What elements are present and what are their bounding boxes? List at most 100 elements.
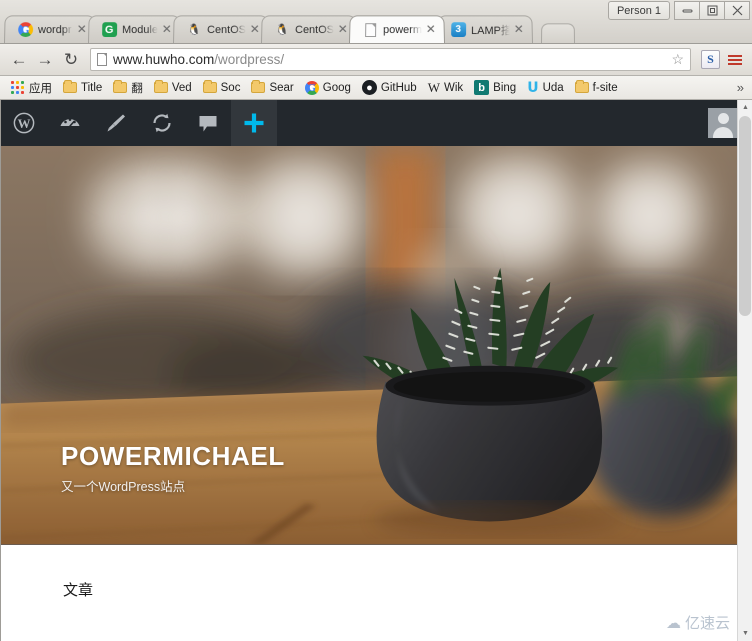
comments-bubble-icon[interactable] [185, 100, 231, 146]
tab-close-icon[interactable]: ✕ [336, 22, 350, 37]
tab-powermichael[interactable]: powerm ✕ [349, 15, 446, 43]
folder-icon [202, 80, 217, 93]
url-path: /wordpress/ [214, 52, 285, 67]
tab-centos-1[interactable]: 🐧 CentOS ✕ [173, 15, 270, 43]
page-info-icon[interactable] [97, 53, 107, 66]
google-icon [304, 80, 319, 95]
folder-icon [63, 80, 77, 93]
bookmarks-overflow-icon[interactable]: » [737, 80, 748, 95]
new-tab-button[interactable] [541, 23, 576, 43]
bookmark-sear[interactable]: Sear [246, 78, 298, 98]
bookmark-ved[interactable]: Ved [149, 78, 197, 98]
updates-refresh-icon[interactable] [139, 100, 185, 146]
url-text: www.huwho.com/wordpress/ [113, 52, 284, 67]
tab-wordpress[interactable]: wordpr ✕ [4, 15, 96, 43]
github-icon: ● [361, 80, 377, 95]
bookmark-label: Bing [493, 81, 517, 94]
chrome-menu-icon[interactable] [724, 49, 746, 71]
site-branding: POWERMICHAEL 又一个WordPress站点 [61, 442, 285, 495]
tab-title: LAMP搭 [471, 24, 511, 37]
browser-window: Person 1 wordpr ✕ G Module ✕ [0, 0, 752, 641]
wikipedia-icon: W [427, 79, 440, 95]
lamp-icon: 3 [450, 22, 466, 38]
bookmark-star-icon[interactable]: ☆ [671, 51, 684, 68]
folder-icon [153, 80, 168, 93]
avatar-placeholder-icon[interactable] [708, 108, 738, 138]
address-bar[interactable]: www.huwho.com/wordpress/ ☆ [90, 48, 691, 71]
profile-button-label: Person 1 [616, 4, 661, 17]
url-domain: www.huwho.com [113, 52, 215, 67]
document-icon [362, 22, 378, 38]
svg-text:W: W [18, 117, 31, 131]
wp-admin-bar: W [1, 100, 752, 146]
tab-close-icon[interactable]: ✕ [160, 22, 174, 37]
minimize-button[interactable] [674, 1, 700, 20]
tab-title: CentOS [207, 23, 246, 36]
site-description: 又一个WordPress站点 [61, 480, 186, 494]
tab-strip: Person 1 wordpr ✕ G Module ✕ [0, 0, 752, 44]
customize-brush-icon[interactable] [93, 100, 139, 146]
site-hero-header: POWERMICHAEL 又一个WordPress站点 [1, 146, 752, 545]
tab-lamp[interactable]: 3 LAMP搭 ✕ [437, 15, 534, 43]
posts-heading: 文章 [63, 581, 94, 599]
bookmark-label: 翻 [131, 82, 143, 95]
tux-icon: 🐧 [275, 24, 290, 37]
bookmark-f-site[interactable]: f-site [570, 78, 623, 98]
bookmark-label: 应用 [29, 82, 52, 95]
tab-close-icon[interactable]: ✕ [248, 22, 262, 37]
page-viewport: W POWERMICHAEL 又一个WordPress站点 文章 ▲ ▼ [0, 100, 752, 641]
bookmark-label: Uda [542, 81, 564, 94]
tab-centos-2[interactable]: 🐧 CentOS ✕ [261, 15, 358, 43]
scroll-up-arrow-icon[interactable]: ▲ [738, 100, 752, 115]
main-content: 文章 [1, 545, 752, 641]
bookmark-wik[interactable]: W Wik [423, 78, 468, 98]
folder-icon [574, 80, 589, 93]
dashboard-gauge-icon[interactable] [47, 100, 93, 146]
tux-icon: 🐧 [187, 24, 202, 37]
folder-icon [113, 80, 128, 93]
folder-icon [251, 80, 266, 93]
bookmark-uda[interactable]: U Uda [522, 78, 568, 98]
apps-grid-icon [11, 81, 24, 94]
tab-title: CentOS [295, 23, 334, 36]
bookmark-soc[interactable]: Soc [198, 78, 246, 98]
bookmark-github[interactable]: ● GitHub [357, 78, 422, 98]
back-button[interactable]: ← [6, 47, 32, 73]
forward-button[interactable]: → [32, 47, 58, 73]
profile-button[interactable]: Person 1 [607, 1, 670, 20]
bookmark-label: Title [81, 81, 103, 94]
bookmark-label: Wik [443, 81, 464, 94]
wordpress-logo-icon[interactable]: W [1, 100, 47, 146]
bookmarks-bar: 应用 Title 翻 Ved Soc Sear Goog ● Gi [0, 76, 752, 100]
new-content-plus-icon[interactable] [231, 100, 277, 146]
bookmark-bing[interactable]: b Bing [469, 78, 521, 98]
site-title[interactable]: POWERMICHAEL [61, 442, 285, 471]
bookmark-label: Ved [171, 81, 192, 94]
reload-button[interactable]: ↻ [58, 47, 84, 73]
scrollbar-thumb[interactable] [739, 116, 751, 316]
green-g-icon: G [101, 22, 117, 38]
bookmark-goog[interactable]: Goog [300, 78, 356, 98]
bookmark-label: GitHub [380, 81, 417, 94]
tab-title: wordpr [38, 23, 72, 36]
bookmark-label: Soc [220, 81, 241, 94]
google-icon [17, 22, 33, 38]
bing-icon: b [474, 80, 490, 95]
extension-icon[interactable]: S [701, 50, 720, 69]
browser-toolbar: ← → ↻ www.huwho.com/wordpress/ ☆ S [0, 44, 752, 76]
page-scrollbar[interactable]: ▲ ▼ [737, 100, 752, 641]
bookmark-apps[interactable]: 应用 [4, 78, 57, 98]
tab-title: Module [122, 23, 158, 36]
bookmark-title[interactable]: Title [58, 78, 107, 98]
tab-close-icon[interactable]: ✕ [75, 22, 89, 37]
tab-list: wordpr ✕ G Module ✕ 🐧 CentOS ✕ 🐧 CentOS … [4, 13, 576, 43]
tab-close-icon[interactable]: ✕ [512, 22, 526, 37]
maximize-button[interactable] [699, 1, 725, 20]
tab-title: powerm [383, 23, 422, 36]
scroll-down-arrow-icon[interactable]: ▼ [738, 626, 752, 641]
bookmark-label: f-site [592, 81, 618, 94]
tab-close-icon[interactable]: ✕ [424, 22, 438, 37]
tab-module[interactable]: G Module ✕ [88, 15, 182, 43]
close-button[interactable] [724, 1, 750, 20]
bookmark-fanyi[interactable]: 翻 [108, 78, 148, 98]
